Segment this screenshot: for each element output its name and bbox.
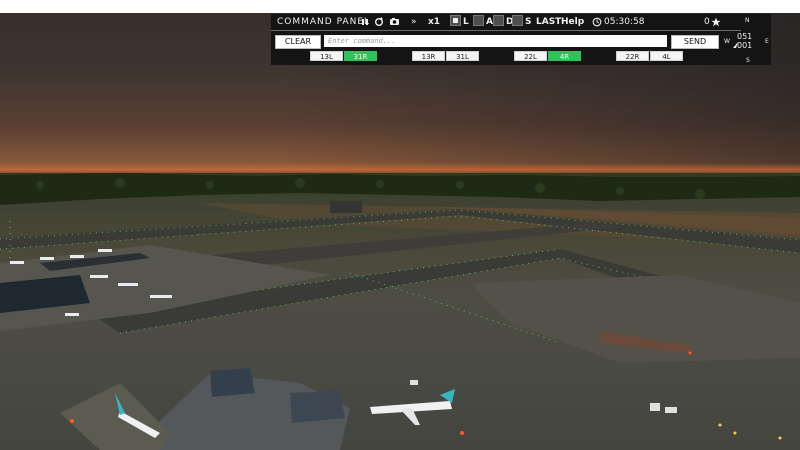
layer-checkbox[interactable] (450, 15, 461, 26)
runway-button-13l[interactable]: 13L (310, 51, 343, 61)
command-panel: COMMAND PANEL » x1 L A D S LAST Help 05:… (271, 14, 771, 65)
runway-button-4r[interactable]: 4R (548, 51, 581, 61)
runway-button-22l[interactable]: 22L (514, 51, 547, 61)
clear-button[interactable]: CLEAR (275, 35, 321, 49)
compass-north: N (745, 17, 750, 24)
compass-west: W (724, 38, 730, 45)
layer-checkbox[interactable] (473, 15, 484, 26)
layer-toggle-s[interactable]: S (512, 14, 531, 30)
layer-toggle-a[interactable]: A (473, 14, 493, 30)
last-button[interactable]: LAST (536, 14, 561, 30)
help-button[interactable]: Help (561, 14, 584, 30)
compass-south: S (746, 57, 750, 64)
score-value: 0 (704, 17, 710, 27)
subheading-value: 001 (737, 41, 753, 50)
command-panel-title: COMMAND PANEL (277, 17, 371, 27)
runway-button-4l[interactable]: 4L (650, 51, 683, 61)
sim-clock: 05:30:58 (604, 17, 645, 27)
runway-button-13r[interactable]: 13R (412, 51, 445, 61)
layer-checkbox[interactable] (493, 15, 504, 26)
airport-scenery (0, 173, 800, 450)
fast-forward-button[interactable]: » (411, 14, 417, 30)
star-icon (711, 14, 721, 36)
window-top-strip (0, 0, 800, 13)
runway-button-31l[interactable]: 31L (446, 51, 479, 61)
treeline (0, 173, 800, 205)
camera-icon[interactable] (389, 14, 400, 36)
header-divider (271, 30, 741, 31)
compass: N W E S 051 001 (724, 14, 771, 65)
runway-button-22r[interactable]: 22R (616, 51, 649, 61)
pause-icon[interactable] (361, 14, 369, 36)
reset-icon[interactable] (374, 14, 384, 36)
command-panel-header: COMMAND PANEL » x1 L A D S LAST Help 05:… (271, 14, 741, 30)
layer-toggle-d[interactable]: D (493, 14, 513, 30)
runway-button-31r[interactable]: 31R (344, 51, 377, 61)
send-button[interactable]: SEND (671, 35, 719, 49)
speed-indicator[interactable]: x1 (428, 14, 440, 30)
heading-value: 051 (737, 32, 753, 41)
compass-east: E (765, 38, 769, 45)
airport-3d-view[interactable] (0, 13, 800, 450)
layer-checkbox[interactable] (512, 15, 523, 26)
clock-icon (592, 14, 602, 36)
command-input[interactable] (324, 35, 667, 47)
layer-toggle-l[interactable]: L (450, 14, 469, 30)
